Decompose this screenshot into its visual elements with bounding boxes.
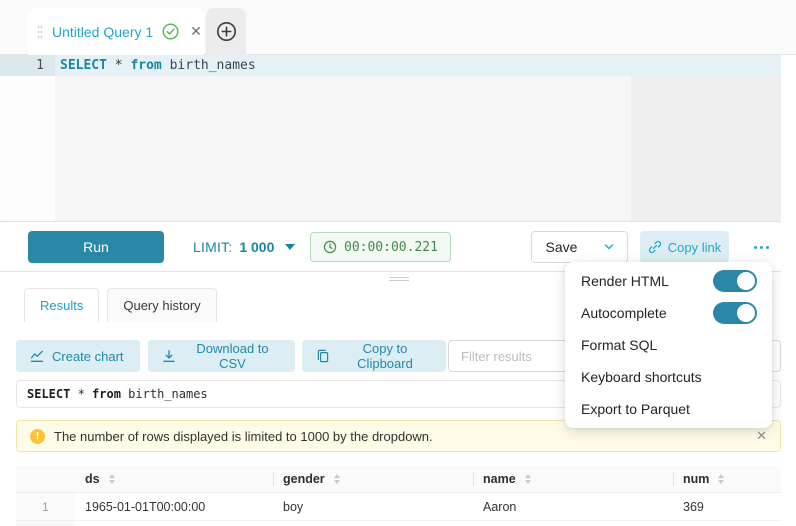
menu-item-label: Format SQL [581,337,657,353]
more-actions-button[interactable] [745,231,777,263]
column-header-gender[interactable]: gender [273,466,473,493]
column-header-ds[interactable]: ds [75,466,273,493]
column-header-num[interactable]: num [673,466,781,493]
editor-print-margin [631,76,781,221]
render-html-toggle[interactable] [713,270,757,292]
pane-resize-handle[interactable] [389,277,409,281]
menu-item-label: Render HTML [581,273,669,289]
sql-table-name: birth_names [162,58,256,73]
save-button[interactable]: Save [531,231,592,263]
column-label: gender [283,472,325,486]
copy-link-label: Copy link [668,240,721,255]
cell-gender: boy [273,493,473,521]
sql-keyword: SELECT [60,58,107,73]
menu-item-label: Export to Parquet [581,401,690,417]
more-actions-menu: Render HTML Autocomplete Format SQL Keyb… [565,262,772,428]
close-tab-icon[interactable]: ✕ [190,23,202,40]
download-csv-label: Download to CSV [184,341,281,371]
run-button[interactable]: Run [28,231,164,263]
copy-link-button[interactable]: Copy link [640,231,729,263]
alert-text: The number of rows displayed is limited … [54,429,433,444]
warning-icon: ! [30,429,45,444]
menu-item-label: Keyboard shortcuts [581,369,702,385]
menu-item-format-sql[interactable]: Format SQL [565,329,772,361]
sql-keyword: SELECT [27,387,70,401]
row-index: 1 [16,493,75,521]
sqllab-screen: Untitled Query 1 ✕ 1 SELECT * fro [0,0,796,526]
results-table: ds gender name num 1 1965-01-01T00:00:00… [16,466,781,526]
limit-dropdown[interactable]: LIMIT: 1 000 [193,231,295,263]
sql-editor[interactable]: 1 SELECT * from birth_names [0,55,781,222]
sort-icon[interactable] [718,474,724,484]
cell-name: Aaron [473,493,673,521]
link-icon [648,240,662,254]
drag-handle-icon[interactable] [37,25,43,39]
table-row [273,521,473,526]
menu-item-render-html[interactable]: Render HTML [565,265,772,297]
results-tab-bar: Results Query history [24,288,217,322]
table-row [75,521,273,526]
create-chart-button[interactable]: Create chart [16,340,140,372]
alert-close-icon[interactable]: ✕ [756,428,767,444]
limit-value: 1 000 [239,239,274,255]
sql-table-name: birth_names [121,387,208,401]
table-row [473,521,673,526]
column-label: ds [85,472,100,486]
copy-clipboard-label: Copy to Clipboard [338,341,432,371]
sql-keyword: from [92,387,121,401]
clock-icon [323,240,337,254]
chart-icon [30,349,44,363]
autocomplete-toggle[interactable] [713,302,757,324]
limit-label: LIMIT: [193,239,232,255]
menu-item-autocomplete[interactable]: Autocomplete [565,297,772,329]
cell-num: 369 [673,493,781,521]
copy-icon [316,349,330,363]
tab-query-history[interactable]: Query history [107,288,216,322]
chevron-down-icon [603,241,615,253]
sort-icon[interactable] [109,474,115,484]
timer-value: 00:00:00.221 [344,240,438,255]
column-label: num [683,472,709,486]
row-index [16,521,75,526]
cell-ds: 1965-01-01T00:00:00 [75,493,273,521]
sql-code-line[interactable]: SELECT * from birth_names [60,55,256,76]
query-tab-title: Untitled Query 1 [52,24,153,40]
sql-operator: * [70,387,92,401]
download-csv-button[interactable]: Download to CSV [148,340,295,372]
sql-keyword: from [130,58,161,73]
menu-item-keyboard-shortcuts[interactable]: Keyboard shortcuts [565,361,772,393]
add-tab-button[interactable] [206,8,246,55]
sql-operator: * [107,58,130,73]
plus-circle-icon [216,21,237,42]
editor-gutter [0,55,55,221]
check-circle-icon [162,23,179,40]
table-row [673,521,781,526]
download-icon [162,349,176,363]
column-label: name [483,472,516,486]
query-tab[interactable]: Untitled Query 1 ✕ [28,8,204,55]
menu-item-label: Autocomplete [581,305,667,321]
column-header-index [16,466,75,493]
create-chart-label: Create chart [52,349,124,364]
sort-icon[interactable] [525,474,531,484]
line-number: 1 [0,55,44,76]
column-header-name[interactable]: name [473,466,673,493]
menu-item-export-parquet[interactable]: Export to Parquet [565,393,772,425]
caret-down-icon [285,244,295,250]
save-dropdown-button[interactable] [591,231,628,263]
sort-icon[interactable] [334,474,340,484]
copy-clipboard-button[interactable]: Copy to Clipboard [302,340,446,372]
tab-results[interactable]: Results [24,288,99,322]
query-timer: 00:00:00.221 [310,232,451,262]
query-tab-bar: Untitled Query 1 ✕ [0,0,796,55]
